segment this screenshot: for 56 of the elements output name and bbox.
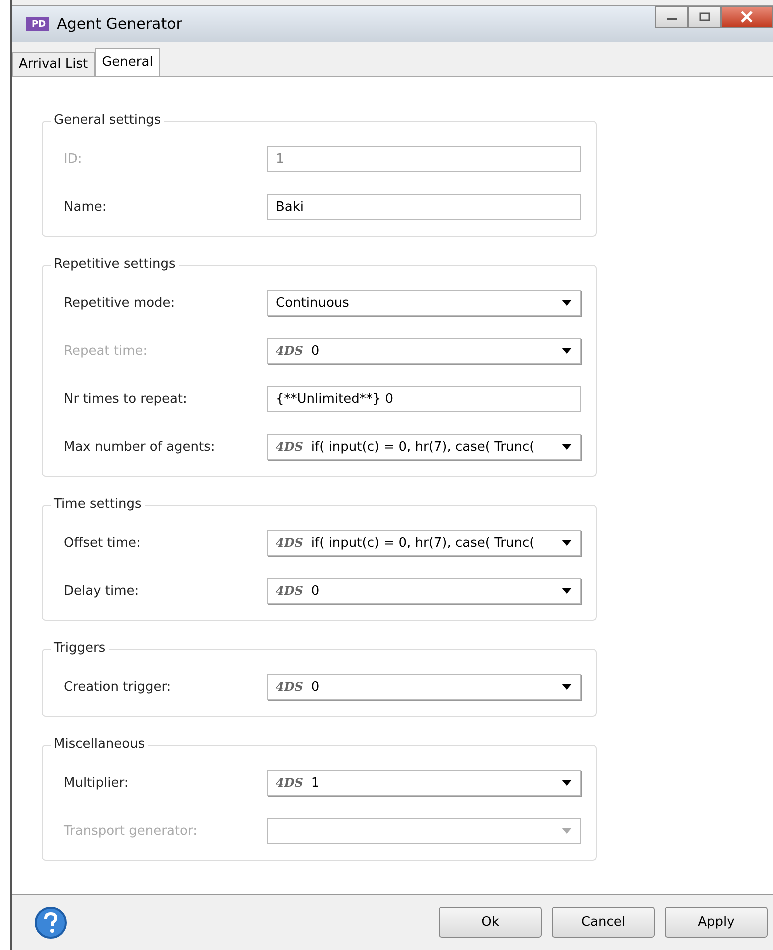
group-title: General settings <box>51 113 164 128</box>
window-title: Agent Generator <box>57 15 182 33</box>
field-label: Nr times to repeat: <box>64 392 188 406</box>
expression-value: 0 <box>311 680 320 694</box>
field-label: Offset time: <box>64 536 142 550</box>
expression-value: if( input(c) = 0, hr(7), case( Trunc( <box>311 440 535 454</box>
expression-prefix: 4DS <box>276 440 304 454</box>
field-label: Multiplier: <box>64 776 130 790</box>
dropdown-arrow-icon <box>562 828 572 834</box>
expression-value: 0 <box>311 584 320 598</box>
expression-value: 1 <box>311 776 320 790</box>
expression-dropdown[interactable]: 4DS 0 <box>267 674 581 700</box>
maximize-button[interactable] <box>688 6 721 28</box>
tab[interactable]: General <box>95 48 160 76</box>
dropdown-arrow-icon <box>562 444 572 450</box>
close-button[interactable] <box>721 6 773 28</box>
expression-dropdown[interactable]: 4DS if( input(c) = 0, hr(7), case( Trunc( <box>267 434 581 460</box>
expression-prefix: 4DS <box>276 680 304 694</box>
field-label: Creation trigger: <box>64 680 172 694</box>
dropdown[interactable]: Continuous <box>267 290 581 316</box>
expression-prefix: 4DS <box>276 536 304 550</box>
field-label: Repetitive mode: <box>64 296 176 310</box>
expression-dropdown[interactable]: 4DS 1 <box>267 770 581 796</box>
expression-value: 0 <box>311 344 320 358</box>
field-label: Delay time: <box>64 584 140 598</box>
field-label: Max number of agents: <box>64 440 216 454</box>
dropdown-arrow-icon <box>562 684 572 690</box>
expression-prefix: 4DS <box>276 584 304 598</box>
maximize-icon <box>698 12 710 22</box>
field-label: Name: <box>64 200 108 214</box>
group-title: Triggers <box>51 641 109 656</box>
expression-dropdown[interactable]: 4DS 0 <box>267 578 581 604</box>
expression-prefix: 4DS <box>276 776 304 790</box>
minimize-button[interactable] <box>655 6 688 28</box>
field-label: Transport generator: <box>64 824 198 838</box>
tab[interactable]: Arrival List <box>12 52 96 76</box>
field-label: Repeat time: <box>64 344 149 358</box>
expression-value: if( input(c) = 0, hr(7), case( Trunc( <box>311 536 535 550</box>
group-title: Repetitive settings <box>51 257 179 272</box>
text-field[interactable]: {**Unlimited**} 0 <box>267 386 581 412</box>
dropdown-arrow-icon <box>562 348 572 354</box>
expression-prefix: 4DS <box>276 344 304 358</box>
group-title: Time settings <box>51 497 145 512</box>
text-field[interactable]: Baki <box>267 194 581 220</box>
dropdown-arrow-icon <box>562 588 572 594</box>
dropdown-arrow-icon <box>562 540 572 546</box>
close-icon <box>740 11 754 23</box>
app-icon: PD <box>26 17 50 31</box>
dialog-button[interactable]: Ok <box>439 907 542 938</box>
dialog-button[interactable]: Apply <box>665 907 768 938</box>
dialog-button[interactable]: Cancel <box>552 907 655 938</box>
field-label: ID: <box>64 152 84 166</box>
dropdown-arrow-icon <box>562 780 572 786</box>
help-icon[interactable] <box>34 906 68 940</box>
dropdown-arrow-icon <box>562 300 572 306</box>
expression-dropdown[interactable]: 4DS if( input(c) = 0, hr(7), case( Trunc( <box>267 530 581 556</box>
